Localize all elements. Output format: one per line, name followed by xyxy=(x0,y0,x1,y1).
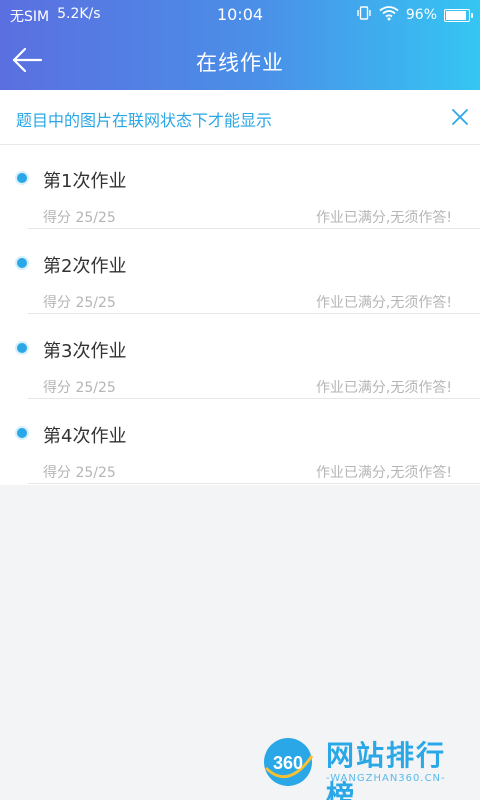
homework-score: 得分 25/25 xyxy=(43,295,116,311)
homework-item[interactable]: 第1次作业 得分 25/25 作业已满分,无须作答! xyxy=(0,145,480,230)
status-bar: 无SIM 5.2K/s 10:04 96% xyxy=(0,0,480,30)
bullet-dot-icon xyxy=(17,428,27,438)
homework-list: 第1次作业 得分 25/25 作业已满分,无须作答! 第2次作业 得分 25/2… xyxy=(0,145,480,485)
homework-score: 得分 25/25 xyxy=(43,465,116,481)
bullet-dot-icon xyxy=(17,173,27,183)
homework-status: 作业已满分,无须作答! xyxy=(315,380,452,396)
homework-title: 第2次作业 xyxy=(43,256,127,277)
homework-score: 得分 25/25 xyxy=(43,210,116,226)
vibrate-icon xyxy=(356,5,372,25)
status-right: 96% xyxy=(356,5,473,25)
homework-status: 作业已满分,无须作答! xyxy=(315,210,452,226)
offline-notice: 题目中的图片在联网状态下才能显示 xyxy=(0,90,480,145)
battery-icon xyxy=(444,8,473,22)
battery-percent: 96% xyxy=(405,7,437,23)
divider xyxy=(28,313,480,314)
bullet-dot-icon xyxy=(17,258,27,268)
bullet-dot-icon xyxy=(17,343,27,353)
homework-status: 作业已满分,无须作答! xyxy=(315,295,452,311)
notice-close-button[interactable] xyxy=(448,105,472,129)
watermark: 360 网站排行榜 -WANGZHAN360.CN- xyxy=(260,728,470,800)
homework-score: 得分 25/25 xyxy=(43,380,116,396)
divider xyxy=(28,398,480,399)
homework-title: 第4次作业 xyxy=(43,426,127,447)
homework-title: 第3次作业 xyxy=(43,341,127,362)
header: 无SIM 5.2K/s 10:04 96% 在线作业 xyxy=(0,0,480,90)
divider xyxy=(28,228,480,229)
homework-item[interactable]: 第4次作业 得分 25/25 作业已满分,无须作答! xyxy=(0,400,480,485)
notice-text: 题目中的图片在联网状态下才能显示 xyxy=(16,111,273,130)
homework-item[interactable]: 第2次作业 得分 25/25 作业已满分,无须作答! xyxy=(0,230,480,315)
logo-text: 360 xyxy=(273,753,303,773)
wifi-icon xyxy=(379,5,399,25)
watermark-title: 网站排行榜 xyxy=(326,739,447,800)
logo-360-icon: 360 xyxy=(260,734,316,790)
homework-title: 第1次作业 xyxy=(43,171,127,192)
divider xyxy=(28,483,480,484)
homework-item[interactable]: 第3次作业 得分 25/25 作业已满分,无须作答! xyxy=(0,315,480,400)
battery-fill xyxy=(446,10,466,20)
watermark-url: -WANGZHAN360.CN- xyxy=(326,773,446,784)
homework-status: 作业已满分,无须作答! xyxy=(315,465,452,481)
close-icon xyxy=(448,109,472,133)
page-title: 在线作业 xyxy=(196,51,284,75)
navbar: 在线作业 xyxy=(0,30,480,90)
